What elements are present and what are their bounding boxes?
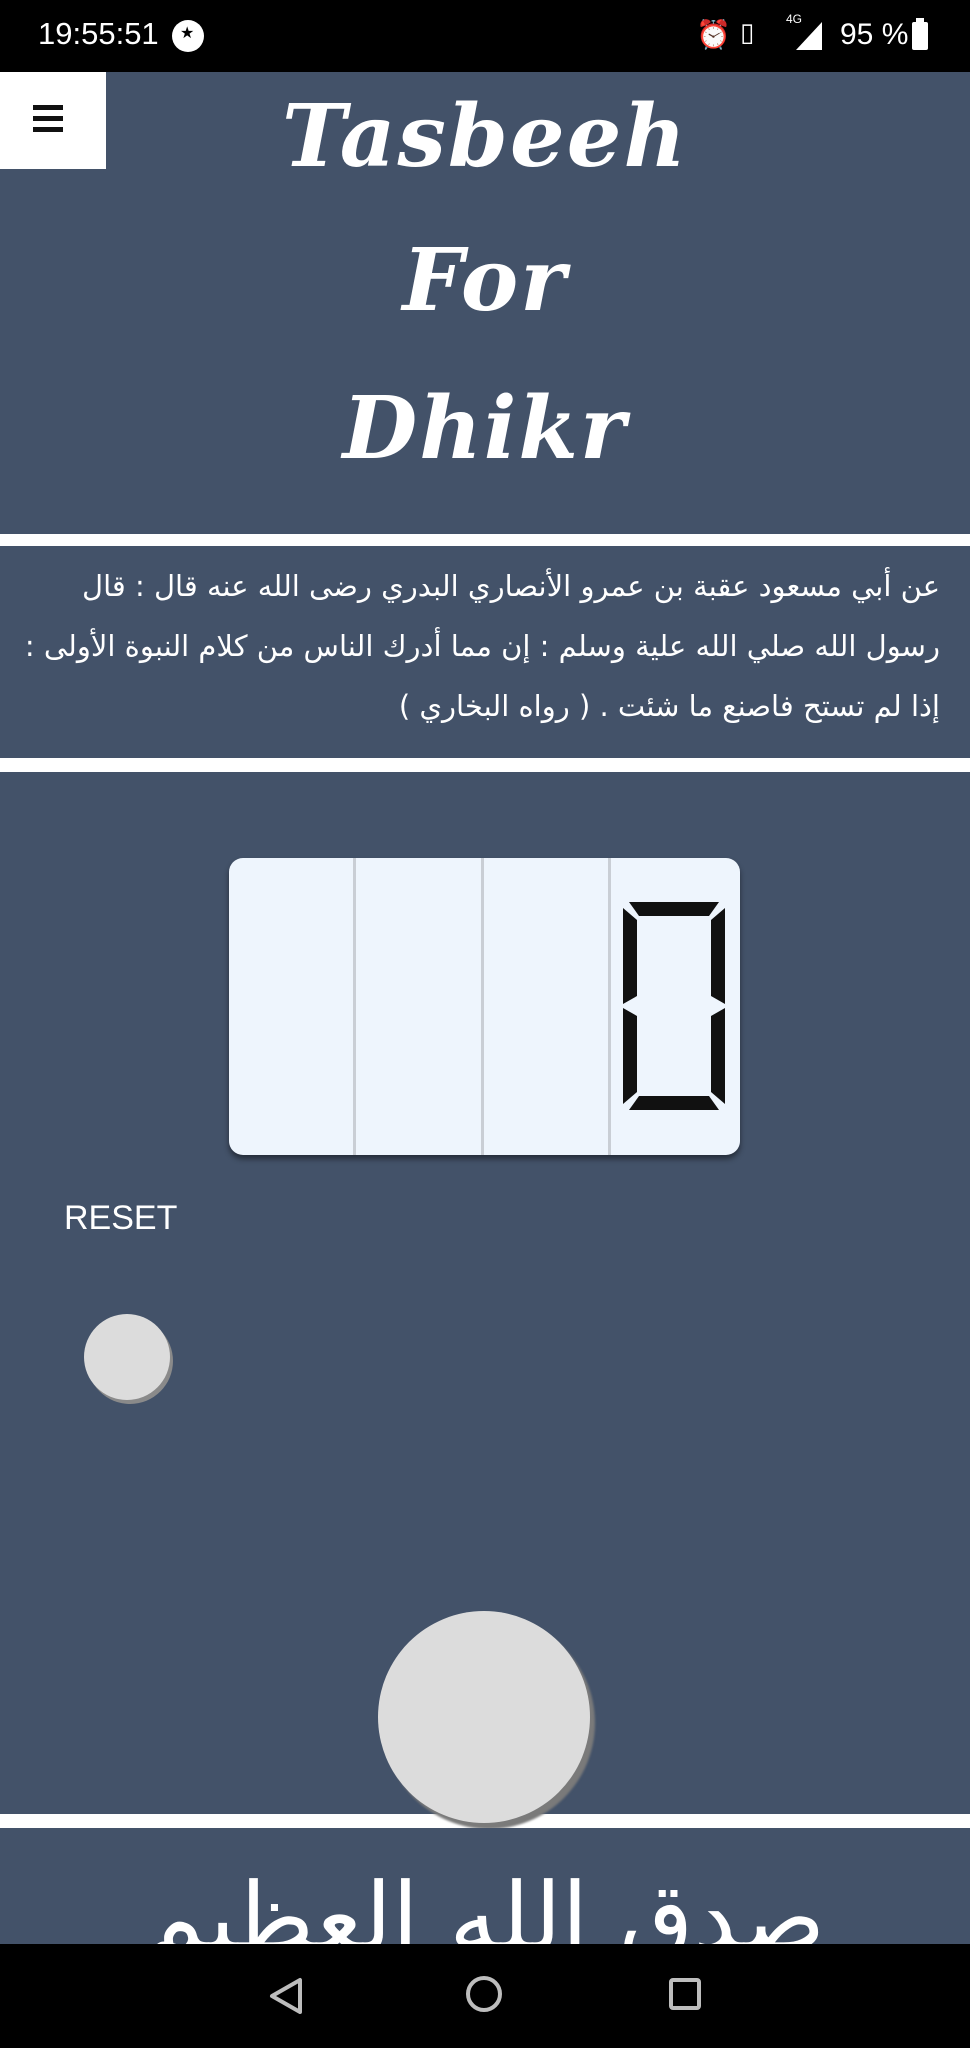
status-bar: 19:55:51 ⏰ ▯ 4G 95 % [0,0,970,72]
title-line-3: Dhikr [342,378,628,479]
hadith-text: عن أبي مسعود عقبة بن عمرو الأنصاري البدر… [24,569,940,723]
digit-cell [357,858,484,1155]
recent-apps-icon[interactable] [669,1978,701,2010]
status-time: 19:55:51 [38,16,159,51]
header: Tasbeeh For Dhikr [0,72,970,534]
alarm-icon: ⏰ [696,18,731,51]
battery-percent: 95 % [840,18,909,51]
hadith-section: عن أبي مسعود عقبة بن عمرو الأنصاري البدر… [0,546,970,758]
counter-display [229,858,740,1155]
digit-cell [229,858,356,1155]
vibrate-icon: ▯ [740,18,755,48]
home-icon[interactable] [466,1976,502,2012]
title-line-1: Tasbeeh [282,86,688,187]
notification-icon [172,20,204,52]
back-icon[interactable] [268,1976,304,2016]
battery-icon [912,18,928,50]
navigation-bar [0,1944,970,2048]
signal-icon [796,22,822,50]
reset-button[interactable] [84,1314,170,1400]
seven-segment-digit [623,902,725,1110]
digit-cell [612,858,739,1155]
count-button[interactable] [378,1611,590,1823]
counter-section: RESET [0,772,970,1823]
app-content: Tasbeeh For Dhikr عن أبي مسعود عقبة بن ع… [0,72,970,1944]
reset-label: RESET [64,1199,178,1237]
bottom-section: صدق الله العظيم [0,1828,970,1944]
digit-cell [484,858,611,1155]
title-line-2: For [402,230,568,331]
bottom-text: صدق الله العظيم [144,1862,826,1944]
